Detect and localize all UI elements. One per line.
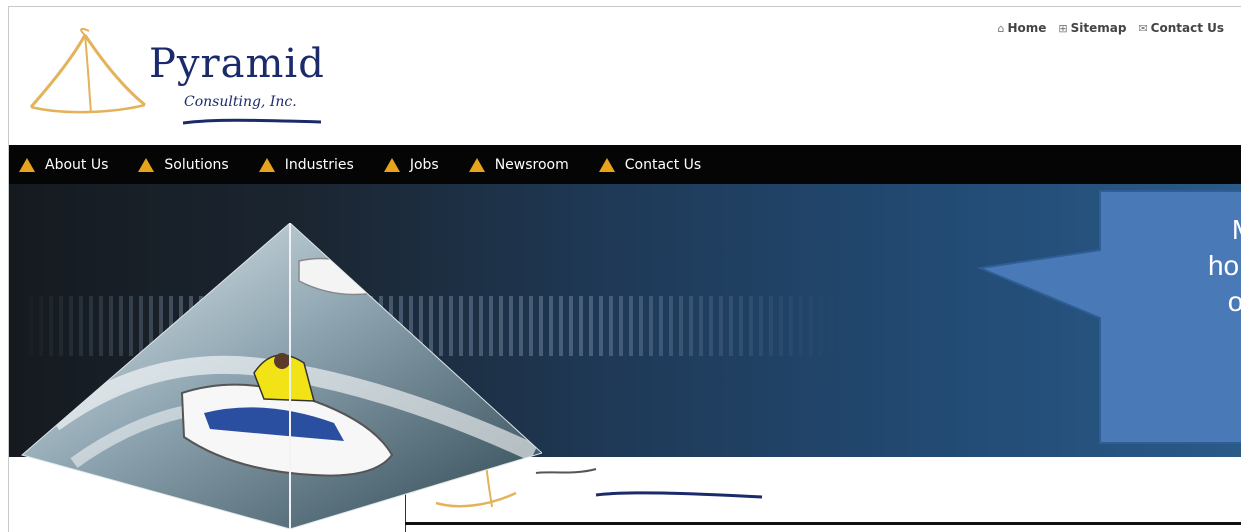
pyramid-bullet-icon	[258, 157, 275, 172]
callout-line-3: othe	[1227, 286, 1241, 317]
nav-item-label: Newsroom	[494, 156, 569, 173]
brand-swoosh-icon	[183, 118, 322, 125]
sitemap-link[interactable]: ⊞ Sitemap	[1058, 21, 1126, 35]
site-logo[interactable]: Pyramid Consulting, Inc.	[23, 27, 325, 127]
callout-line-1: Mar	[1116, 212, 1241, 248]
callout-text: Mar home othe (w	[1116, 212, 1241, 356]
pyramid-boat-image	[20, 223, 542, 529]
brand-name: Pyramid	[149, 41, 325, 87]
sitemap-icon: ⊞	[1058, 21, 1068, 35]
home-link-label: Home	[1007, 21, 1047, 35]
utility-links: ⌂ Home ⊞ Sitemap ✉ Contact Us	[997, 21, 1224, 35]
nav-item-label: Contact Us	[624, 156, 702, 173]
nav-item-industries[interactable]: Industries	[258, 156, 354, 173]
home-icon: ⌂	[997, 21, 1005, 35]
contact-link[interactable]: ✉ Contact Us	[1138, 21, 1224, 35]
pyramid-bullet-icon	[468, 157, 485, 172]
brand-subtitle: Consulting, Inc.	[184, 94, 297, 110]
contact-link-label: Contact Us	[1150, 21, 1224, 35]
nav-item-label: About Us	[45, 156, 109, 173]
nav-item-contact-us[interactable]: Contact Us	[598, 156, 702, 173]
pyramid-bullet-icon	[138, 157, 155, 172]
callout-line-2: home	[1207, 250, 1241, 281]
nav-item-jobs[interactable]: Jobs	[383, 156, 439, 173]
pyramid-bullet-icon	[19, 157, 35, 172]
home-link[interactable]: ⌂ Home	[997, 21, 1046, 35]
sitemap-link-label: Sitemap	[1070, 21, 1127, 35]
nav-item-solutions[interactable]: Solutions	[138, 156, 229, 173]
pyramid-bullet-icon	[598, 157, 615, 172]
site-header: Pyramid Consulting, Inc. ⌂ Home ⊞ Sitema…	[9, 7, 1241, 145]
main-nav: About Us Solutions Industries Jobs Newsr…	[9, 145, 1241, 184]
nav-item-label: Industries	[284, 156, 354, 173]
pyramid-logo-icon	[29, 27, 146, 114]
callout-line-4: (w	[1116, 320, 1241, 356]
pyramid-bullet-icon	[383, 157, 400, 172]
nav-item-newsroom[interactable]: Newsroom	[468, 156, 569, 173]
mail-icon: ✉	[1138, 21, 1148, 35]
nav-item-label: Solutions	[164, 156, 229, 173]
nav-item-label: Jobs	[409, 156, 439, 173]
nav-item-about-us[interactable]: About Us	[19, 157, 108, 173]
